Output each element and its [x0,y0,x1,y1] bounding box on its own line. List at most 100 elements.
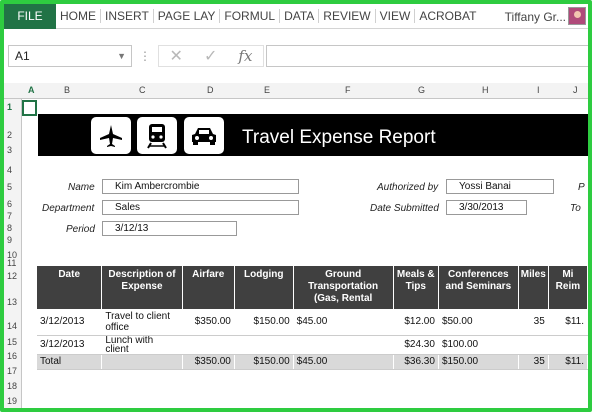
cell-total-label[interactable]: Total [37,354,103,370]
cell-description[interactable]: Travel to client office [101,309,183,336]
table-row: 3/12/2013 Travel to client office $350.0… [37,309,588,336]
cell-miles[interactable]: 35 [518,309,549,336]
header-miles[interactable]: Miles [518,266,549,309]
cell-miles[interactable] [518,335,549,355]
column-header-i[interactable]: I [537,85,540,95]
row-header[interactable]: 12 [7,271,17,281]
cell-conferences[interactable]: $150.00 [438,354,519,370]
enter-icon[interactable]: ✓ [204,46,217,66]
insert-function-icon[interactable]: fx [238,47,252,65]
header-date[interactable]: Date [37,266,103,309]
row-header[interactable]: 1 [7,102,12,112]
right-edge-label-1: P [578,182,585,193]
tab-file[interactable]: FILE [4,4,56,29]
worksheet[interactable]: Travel Expense Report Name Kim Ambercrom… [22,99,588,408]
cell-mileage[interactable]: $11. [548,309,588,336]
date-submitted-label: Date Submitted [370,203,439,214]
column-header-f[interactable]: F [345,85,351,95]
name-label: Name [68,182,95,193]
column-header-d[interactable]: D [207,85,214,95]
tab-home[interactable]: HOME [56,4,100,29]
row-header[interactable]: 17 [7,366,17,376]
header-ground-transportation[interactable]: Ground Transportation (Gas, Rental [293,266,394,309]
department-label: Department [42,203,95,214]
cell-mileage[interactable] [548,335,588,355]
row-header[interactable]: 5 [7,182,12,192]
formula-input[interactable] [266,45,588,67]
cancel-icon[interactable]: ✕ [170,46,183,66]
row-header[interactable]: 3 [7,145,12,155]
column-header-g[interactable]: G [418,85,425,95]
tab-acrobat[interactable]: ACROBAT [415,4,480,29]
period-field[interactable]: 3/12/13 [102,221,237,236]
name-field[interactable]: Kim Ambercrombie [102,179,299,194]
row-header[interactable]: 8 [7,223,12,233]
cell-meals[interactable]: $12.00 [393,309,439,336]
authorized-by-field[interactable]: Yossi Banai [446,179,554,194]
more-options-icon[interactable]: ⋮ [132,49,158,63]
cell-lodging[interactable]: $150.00 [234,354,294,370]
formula-buttons: ✕ ✓ fx [158,45,264,67]
cell-date[interactable]: 3/12/2013 [37,335,103,355]
cell-meals[interactable]: $24.30 [393,335,439,355]
cell-conferences[interactable]: $50.00 [438,309,519,336]
cell-mileage[interactable]: $11. [548,354,588,370]
tab-formulas[interactable]: FORMUL [220,4,279,29]
column-header-b[interactable]: B [64,85,70,95]
chevron-down-icon[interactable]: ▼ [117,51,126,61]
header-mileage-reimbursement[interactable]: Mi Reim [548,266,588,309]
name-box[interactable]: A1 ▼ [8,45,132,67]
cell-ground[interactable] [293,335,394,355]
cell-description[interactable]: Lunch with client [101,335,183,355]
row-header[interactable]: 7 [7,211,12,221]
row-header[interactable]: 2 [7,130,12,140]
header-description[interactable]: Description of Expense [101,266,183,309]
cell-airfare[interactable]: $350.00 [182,354,235,370]
cell-ground[interactable]: $45.00 [293,354,394,370]
tab-insert[interactable]: INSERT [101,4,153,29]
name-box-value: A1 [15,49,30,63]
row-header[interactable]: 4 [7,165,12,175]
user-name[interactable]: Tiffany Gr... [505,4,566,29]
cell-ground[interactable]: $45.00 [293,309,394,336]
column-header-e[interactable]: E [264,85,270,95]
report-title: Travel Expense Report [242,127,436,148]
train-icon [136,116,178,155]
row-header[interactable]: 9 [7,235,12,245]
date-submitted-field[interactable]: 3/30/2013 [446,200,527,215]
row-header[interactable]: 6 [7,199,12,209]
column-header-a[interactable]: A [28,85,35,95]
cell-airfare[interactable]: $350.00 [182,309,235,336]
column-headers: A B C D E F G H I J [4,83,588,99]
header-meals-tips[interactable]: Meals & Tips [393,266,439,309]
row-header[interactable]: 15 [7,337,17,347]
row-header[interactable]: 18 [7,381,17,391]
column-header-h[interactable]: H [482,85,489,95]
row-header[interactable]: 19 [7,396,17,406]
selected-cell[interactable] [22,100,37,116]
cell-date[interactable]: 3/12/2013 [37,309,103,336]
cell-conferences[interactable]: $100.00 [438,335,519,355]
row-header[interactable]: 11 [7,258,16,268]
column-header-j[interactable]: J [573,85,578,95]
cell-lodging[interactable]: $150.00 [234,309,294,336]
row-header[interactable]: 14 [7,321,17,331]
cell-airfare[interactable] [182,335,235,355]
cell-lodging[interactable] [234,335,294,355]
header-airfare[interactable]: Airfare [182,266,235,309]
department-field[interactable]: Sales [102,200,299,215]
header-conferences[interactable]: Conferences and Seminars [438,266,519,309]
tab-page-layout[interactable]: PAGE LAY [154,4,220,29]
cell-description[interactable] [101,354,183,370]
avatar[interactable] [568,7,586,25]
header-lodging[interactable]: Lodging [234,266,294,309]
tab-view[interactable]: VIEW [376,4,415,29]
cell-meals[interactable]: $36.30 [393,354,439,370]
tab-review[interactable]: REVIEW [319,4,374,29]
row-header[interactable]: 13 [7,297,17,307]
excel-window: FILE HOME INSERT PAGE LAY FORMUL DATA RE… [0,0,592,412]
tab-data[interactable]: DATA [280,4,318,29]
cell-miles[interactable]: 35 [518,354,549,370]
row-header[interactable]: 16 [7,351,17,361]
column-header-c[interactable]: C [139,85,146,95]
